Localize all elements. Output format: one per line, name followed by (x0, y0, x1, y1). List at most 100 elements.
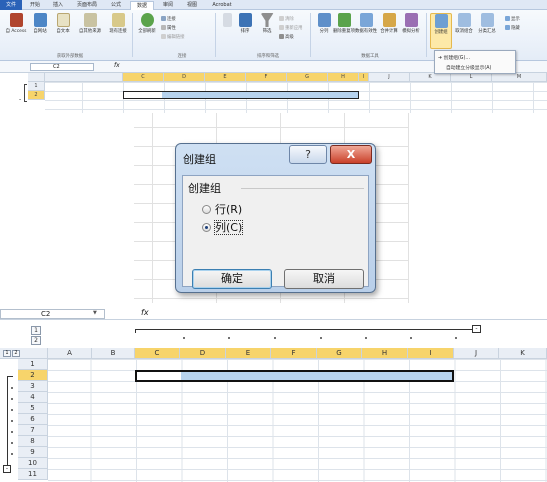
name-box-top[interactable]: C2 (30, 63, 94, 71)
tab-page-layout[interactable]: 页面布局 (72, 1, 102, 10)
row-header-7[interactable]: 7 (18, 425, 48, 436)
row-header-6[interactable]: 6 (18, 414, 48, 425)
col-header-i[interactable]: I (408, 348, 454, 359)
col-header-c[interactable]: C (135, 348, 180, 359)
connections-icon (111, 13, 125, 27)
group-button[interactable]: 创建组 (430, 13, 452, 49)
active-cell-bottom[interactable] (137, 372, 181, 380)
col-header-i[interactable]: I (359, 73, 369, 82)
remove-duplicates-button[interactable]: 删除重复项 (333, 13, 355, 49)
hide-detail-button[interactable]: 隐藏 (505, 25, 520, 32)
col-header-e[interactable]: E (226, 348, 271, 359)
reapply-button[interactable]: 重新应用 (279, 25, 303, 32)
col-header-g[interactable]: G (287, 73, 328, 82)
tab-file[interactable]: 文件 (0, 0, 22, 10)
col-header-b[interactable]: B (92, 348, 135, 359)
from-web-button[interactable]: 自网站 (29, 13, 51, 49)
properties-button[interactable]: 属性 (161, 25, 176, 32)
name-box-bottom[interactable]: C2 (0, 309, 105, 319)
sort-az-button[interactable] (220, 13, 234, 49)
active-cell-top[interactable] (124, 92, 162, 98)
data-validation-button[interactable]: 数据有效性 (355, 13, 377, 49)
consolidate-button[interactable]: 合并计算 (378, 13, 400, 49)
data-validation-label: 数据有效性 (355, 29, 377, 34)
chevron-down-icon[interactable]: ▼ (93, 310, 97, 316)
col-header-d[interactable]: D (164, 73, 205, 82)
col-header-h[interactable]: H (362, 348, 408, 359)
col-header-l[interactable]: L (451, 73, 492, 82)
row-header-2[interactable]: 2 (28, 91, 45, 100)
row-header-11[interactable]: 11 (18, 469, 48, 480)
tab-data[interactable]: 数据 (130, 1, 154, 10)
sort-button[interactable]: 排序 (234, 13, 256, 49)
radio-columns-option[interactable]: 列(C) (202, 219, 244, 235)
col-header-e[interactable]: E (205, 73, 246, 82)
dialog-screenshot: 创建组 ? X 创建组 行(R) 列(C) 确定 取消 (0, 113, 547, 306)
col-header-k[interactable]: K (499, 348, 547, 359)
from-text-button[interactable]: 自文本 (52, 13, 74, 49)
text-to-columns-button[interactable]: 分列 (313, 13, 335, 49)
tab-view[interactable]: 视图 (182, 1, 202, 10)
row-outline-level-2[interactable]: 2 (12, 350, 20, 357)
row-header-1[interactable]: 1 (18, 359, 48, 370)
radio-columns[interactable] (202, 223, 211, 232)
col-header-j[interactable]: J (454, 348, 499, 359)
cancel-button[interactable]: 取消 (284, 269, 364, 289)
filter-button[interactable]: 筛选 (256, 13, 278, 49)
col-header-k[interactable]: K (410, 73, 451, 82)
col-header-c[interactable]: C (123, 73, 164, 82)
what-if-analysis-button[interactable]: 模拟分析 (400, 13, 422, 49)
group-separator (426, 13, 427, 57)
row-header-9[interactable]: 9 (18, 447, 48, 458)
row-header-2[interactable]: 2 (18, 370, 48, 381)
column-outline-level-2[interactable]: 2 (31, 336, 41, 345)
advanced-button[interactable]: 高级 (279, 34, 294, 41)
ungroup-button[interactable]: 取消组合 (453, 13, 475, 49)
row-header-1[interactable]: 1 (28, 82, 45, 91)
col-header-h[interactable]: H (328, 73, 359, 82)
tab-review[interactable]: 审阅 (158, 1, 178, 10)
radio-rows[interactable] (202, 205, 211, 214)
col-header-j[interactable]: J (369, 73, 410, 82)
radio-rows-option[interactable]: 行(R) (202, 201, 242, 217)
row-header-5[interactable]: 5 (18, 403, 48, 414)
outline-collapse-top[interactable]: - (19, 96, 21, 103)
row-header-8[interactable]: 8 (18, 436, 48, 447)
menu-item-create-group[interactable]: ➜ 创建组(G)... (438, 54, 470, 61)
row-outline-level-1[interactable]: 1 (3, 350, 11, 357)
tab-home[interactable]: 开始 (24, 1, 46, 10)
col-header-a[interactable]: A (48, 348, 92, 359)
col-header-m[interactable]: M (492, 73, 547, 82)
col-header-d[interactable]: D (180, 348, 226, 359)
row-header-3[interactable]: 3 (18, 381, 48, 392)
help-button[interactable]: ? (289, 145, 327, 164)
clear-button[interactable]: 清除 (279, 16, 294, 23)
row-header-4[interactable]: 4 (18, 392, 48, 403)
close-button[interactable]: X (330, 145, 372, 164)
refresh-all-button[interactable]: 全部刷新 (136, 13, 158, 49)
web-icon (33, 13, 47, 27)
show-detail-button[interactable]: 显示 (505, 16, 520, 23)
col-header-f[interactable]: F (271, 348, 317, 359)
tab-acrobat[interactable]: Acrobat (206, 1, 238, 10)
from-other-sources-button[interactable]: 自其他来源 (76, 13, 104, 49)
ok-button[interactable]: 确定 (192, 269, 272, 289)
menu-item-auto-outline[interactable]: 自动建立分级显示(A) (446, 64, 491, 71)
selected-range-top[interactable] (123, 91, 359, 99)
existing-connections-button[interactable]: 现有连接 (107, 13, 129, 49)
row-group-collapse-button[interactable]: - (3, 465, 11, 473)
edit-links-button[interactable]: 编辑链接 (161, 34, 185, 41)
from-access-label: 自 Access (5, 29, 27, 34)
column-group-collapse-button[interactable]: - (472, 325, 481, 333)
row-header-10[interactable]: 10 (18, 458, 48, 469)
row-outline-bracket (24, 84, 27, 102)
column-outline-level-1[interactable]: 1 (31, 326, 41, 335)
selected-range-bottom[interactable] (135, 370, 454, 382)
from-access-button[interactable]: 自 Access (5, 13, 27, 49)
connections-button[interactable]: 连接 (161, 16, 176, 23)
col-header-g[interactable]: G (317, 348, 362, 359)
tab-formulas[interactable]: 公式 (106, 1, 126, 10)
col-header-f[interactable]: F (246, 73, 287, 82)
tab-insert[interactable]: 插入 (48, 1, 68, 10)
subtotal-button[interactable]: 分类汇总 (476, 13, 498, 49)
